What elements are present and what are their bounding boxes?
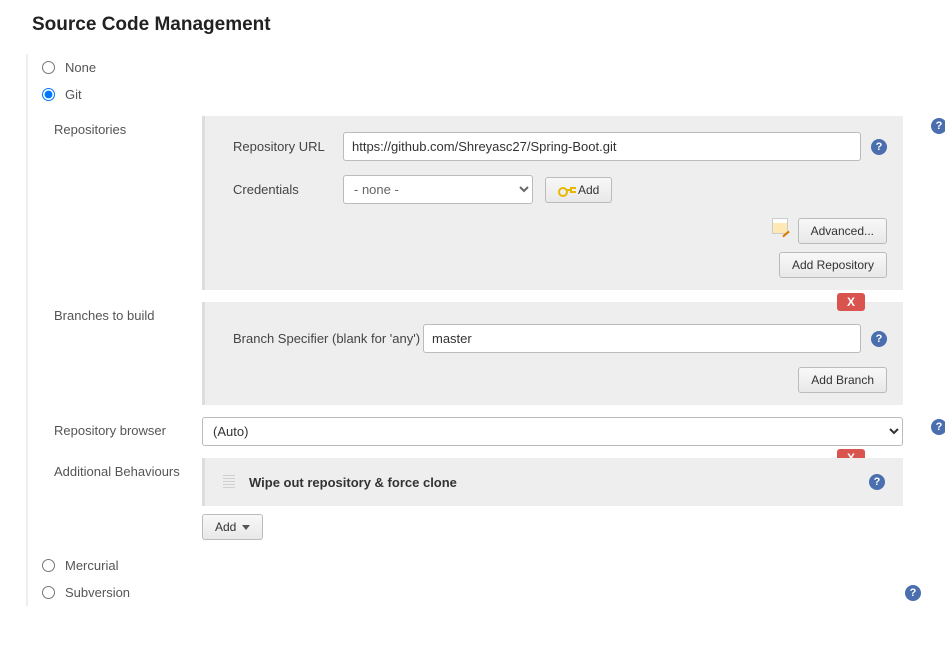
behaviour-item: Wipe out repository & force clone ? xyxy=(205,458,903,506)
section-title: Source Code Management xyxy=(32,14,925,36)
behaviour-title: Wipe out repository & force clone xyxy=(249,475,457,490)
repo-url-row: Repository URL ? xyxy=(233,132,887,161)
behaviours-row: Additional Behaviours X Wipe out reposit… xyxy=(54,458,925,540)
radio-mercurial[interactable] xyxy=(42,559,55,572)
chevron-down-icon xyxy=(242,525,250,530)
help-icon[interactable]: ? xyxy=(869,474,885,490)
credentials-select[interactable]: - none - xyxy=(343,175,533,204)
branch-specifier-label: Branch Specifier (blank for 'any') xyxy=(233,331,423,346)
credentials-row: Credentials - none - Add xyxy=(233,175,887,204)
advanced-button[interactable]: Advanced... xyxy=(798,218,887,244)
credentials-add-button[interactable]: Add xyxy=(545,177,612,203)
add-behaviour-label: Add xyxy=(215,520,236,534)
credentials-label: Credentials xyxy=(233,182,343,197)
repo-browser-label: Repository browser xyxy=(54,417,202,438)
repo-browser-select[interactable]: (Auto) xyxy=(202,417,903,446)
repositories-row: Repositories ? Repository URL ? Credenti… xyxy=(54,116,925,290)
git-config: Repositories ? Repository URL ? Credenti… xyxy=(54,116,925,540)
radio-git[interactable] xyxy=(42,88,55,101)
help-icon[interactable]: ? xyxy=(905,585,921,601)
credentials-add-label: Add xyxy=(578,183,599,197)
help-icon[interactable]: ? xyxy=(871,139,887,155)
radio-subversion[interactable] xyxy=(42,586,55,599)
repositories-panel: Repository URL ? Credentials - none - xyxy=(202,116,903,290)
add-repository-button[interactable]: Add Repository xyxy=(779,252,887,278)
branch-specifier-input[interactable] xyxy=(423,324,861,353)
drag-handle-icon[interactable] xyxy=(223,475,235,489)
radio-label-none: None xyxy=(65,60,96,75)
radio-none[interactable] xyxy=(42,61,55,74)
help-icon[interactable]: ? xyxy=(871,331,887,347)
notepad-icon xyxy=(772,218,788,234)
help-icon[interactable]: ? xyxy=(931,419,945,435)
repo-url-label: Repository URL xyxy=(233,139,343,154)
scm-option-subversion[interactable]: Subversion ? xyxy=(34,579,925,606)
behaviours-panel: X Wipe out repository & force clone ? xyxy=(202,458,903,506)
branches-panel: X Branch Specifier (blank for 'any') ? A… xyxy=(202,302,903,405)
delete-branch-button[interactable]: X xyxy=(837,293,865,311)
behaviours-label: Additional Behaviours xyxy=(54,458,202,479)
radio-label-mercurial: Mercurial xyxy=(65,558,118,573)
scm-section: None Git Repositories ? Repository URL ? xyxy=(26,54,925,606)
key-icon xyxy=(558,185,572,195)
branch-specifier-row: Branch Specifier (blank for 'any') ? xyxy=(233,324,887,353)
add-branch-button[interactable]: Add Branch xyxy=(798,367,887,393)
scm-option-mercurial[interactable]: Mercurial xyxy=(34,552,925,579)
repo-url-input[interactable] xyxy=(343,132,861,161)
add-behaviour-button[interactable]: Add xyxy=(202,514,263,540)
help-icon[interactable]: ? xyxy=(931,118,945,134)
repo-browser-row: Repository browser ? (Auto) xyxy=(54,417,925,446)
branches-row: Branches to build X Branch Specifier (bl… xyxy=(54,302,925,405)
scm-option-git[interactable]: Git xyxy=(34,81,925,108)
branches-label: Branches to build xyxy=(54,302,202,323)
repositories-label: Repositories xyxy=(54,116,202,137)
scm-option-none[interactable]: None xyxy=(34,54,925,81)
radio-label-subversion: Subversion xyxy=(65,585,130,600)
radio-label-git: Git xyxy=(65,87,82,102)
